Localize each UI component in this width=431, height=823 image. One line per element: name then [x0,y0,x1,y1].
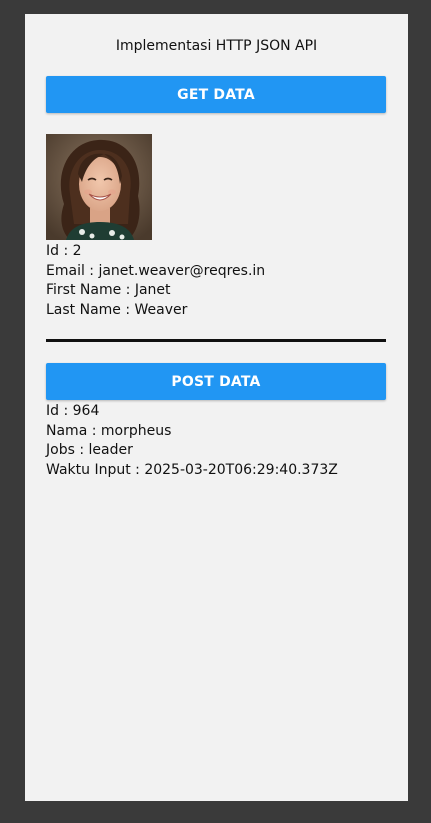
post-waktu-input: Waktu Input : 2025-03-20T06:29:40.373Z [46,461,338,478]
app-window: Implementasi HTTP JSON API GET DATA Id:… [25,14,408,801]
section-divider [46,339,386,342]
user-email: Email : janet.weaver@reqres.in [46,262,266,279]
post-data-button[interactable]: POST DATA [46,363,386,400]
user-last-name: Last Name : Weaver [46,301,188,318]
user-id: Id : 2 [46,243,82,259]
user-info: Id : 2 Email : janet.weaver@reqres.in Fi… [46,242,265,320]
post-nama: Nama : morpheus [46,422,172,439]
post-id: Id : 964 [46,403,100,419]
user-avatar [46,134,152,240]
post-result: Id : 964 Nama : morpheus Jobs : leader W… [46,402,338,480]
get-data-button[interactable]: GET DATA [46,76,386,113]
post-jobs: Jobs : leader [46,442,133,458]
user-photo-icon [46,134,152,240]
user-first-name: First Name : Janet [46,282,171,298]
app-title: Implementasi HTTP JSON API [115,38,318,54]
